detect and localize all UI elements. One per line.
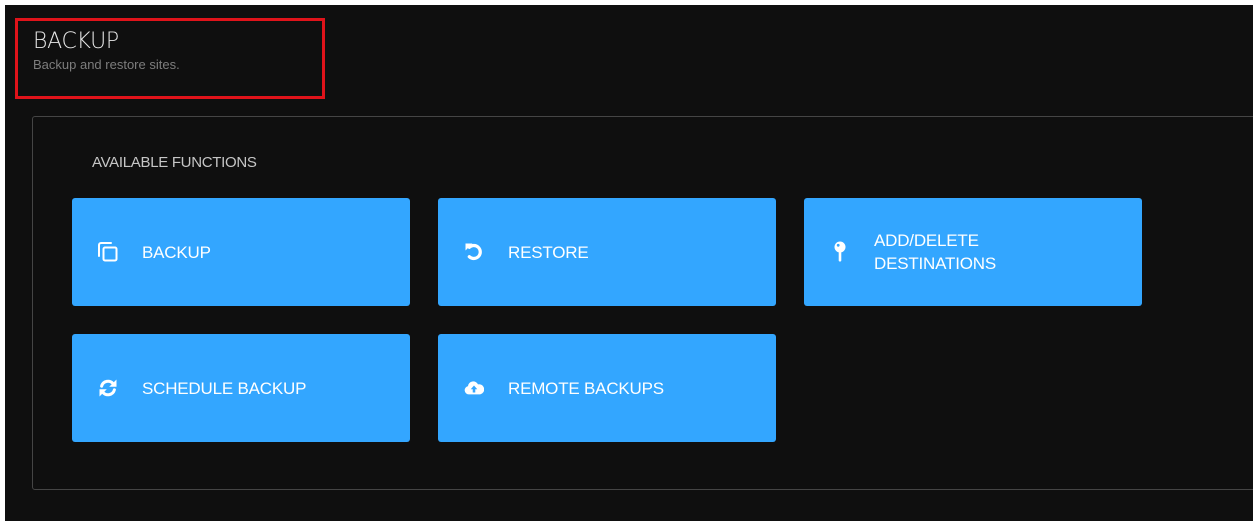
backup-button[interactable]: BACKUP — [72, 198, 410, 306]
pushpin-icon — [830, 241, 850, 263]
highlight-box — [15, 18, 325, 99]
restore-button-label: RESTORE — [508, 242, 589, 262]
remote-backups-button[interactable]: REMOTE BACKUPS — [438, 334, 776, 442]
undo-icon — [464, 241, 484, 263]
refresh-icon — [98, 377, 118, 399]
restore-button[interactable]: RESTORE — [438, 198, 776, 306]
remote-backups-button-label: REMOTE BACKUPS — [508, 378, 664, 398]
add-delete-destinations-button[interactable]: ADD/DELETE DESTINATIONS — [804, 198, 1142, 306]
cloud-upload-icon — [464, 377, 484, 399]
copy-icon — [98, 241, 118, 263]
schedule-backup-button[interactable]: SCHEDULE BACKUP — [72, 334, 410, 442]
add-delete-destinations-button-label: ADD/DELETE DESTINATIONS — [874, 231, 996, 273]
section-label: AVAILABLE FUNCTIONS — [92, 154, 257, 171]
backup-button-label: BACKUP — [142, 242, 211, 262]
schedule-backup-button-label: SCHEDULE BACKUP — [142, 378, 307, 398]
app-viewport: BACKUP Backup and restore sites. AVAILAB… — [5, 5, 1253, 521]
